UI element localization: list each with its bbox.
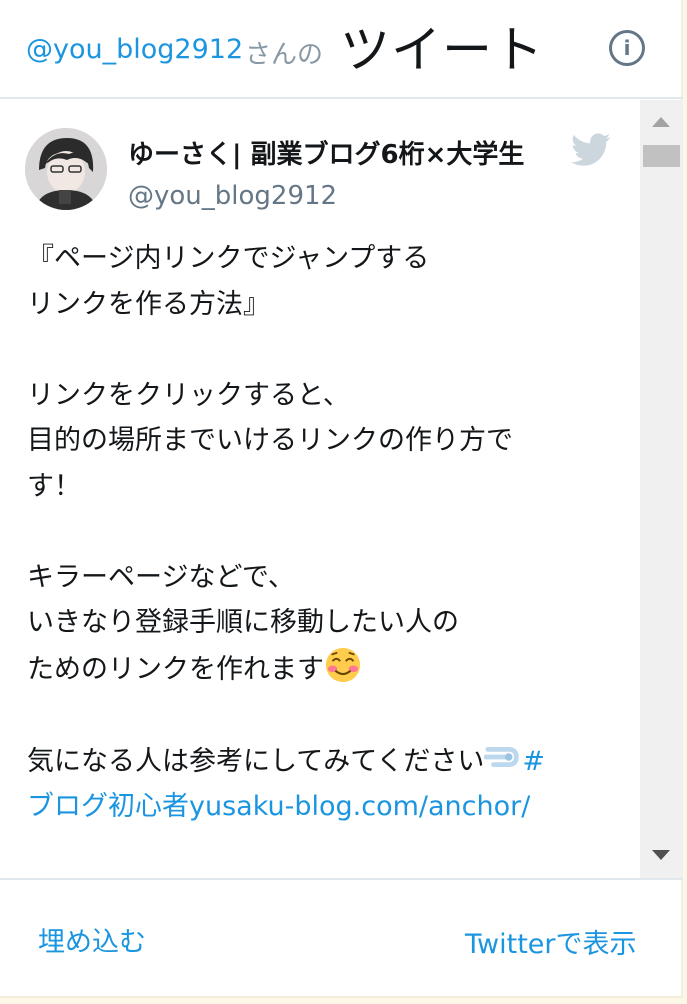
scroll-up-arrow-icon[interactable]: [652, 117, 670, 127]
widget-footer: 埋め込む Twitterで表示: [0, 878, 683, 998]
tweet-text: 『ページ内リンクでジャンプする リンクを作る方法』 リンクをクリックすると、 目…: [27, 236, 627, 830]
hashtag-link[interactable]: #: [522, 746, 545, 777]
tweet-text-ending: 気になる人は参考にしてみてください: [27, 745, 485, 777]
scroll-down-arrow-icon[interactable]: [652, 850, 670, 860]
widget-header: @you_blog2912 さんの ツイート i: [0, 0, 683, 99]
info-icon[interactable]: i: [609, 30, 645, 66]
header-title: ツイート: [340, 21, 544, 79]
tweet-author-name[interactable]: ゆーさく| 副業ブログ6桁×大学生: [128, 134, 524, 171]
twitter-bird-icon[interactable]: [571, 133, 611, 167]
tweet-author-handle[interactable]: @you_blog2912: [128, 181, 337, 211]
twitter-timeline-widget: @you_blog2912 さんの ツイート i ゆーさく| 副業ブログ6桁×大…: [0, 0, 683, 998]
scrollbar-thumb[interactable]: [643, 145, 680, 167]
avatar[interactable]: [25, 128, 107, 210]
tweet-url-link[interactable]: ブログ初心者yusaku-blog.com/anchor/: [27, 791, 530, 822]
dash-emoji: [484, 746, 520, 767]
embed-button[interactable]: 埋め込む: [38, 920, 146, 959]
smiling-blushing-face-emoji: [325, 647, 361, 682]
tweet-list[interactable]: ゆーさく| 副業ブログ6桁×大学生 @you_blog2912 『ページ内リンク…: [0, 99, 683, 878]
view-on-twitter-link[interactable]: Twitterで表示: [465, 922, 637, 961]
tweet-text-body: 『ページ内リンクでジャンプする リンクを作る方法』 リンクをクリックすると、 目…: [27, 243, 513, 685]
avatar-image: [25, 128, 107, 210]
header-handle-link[interactable]: @you_blog2912: [26, 34, 243, 65]
scrollbar[interactable]: [640, 100, 683, 878]
header-handle-suffix: さんの: [245, 40, 324, 70]
